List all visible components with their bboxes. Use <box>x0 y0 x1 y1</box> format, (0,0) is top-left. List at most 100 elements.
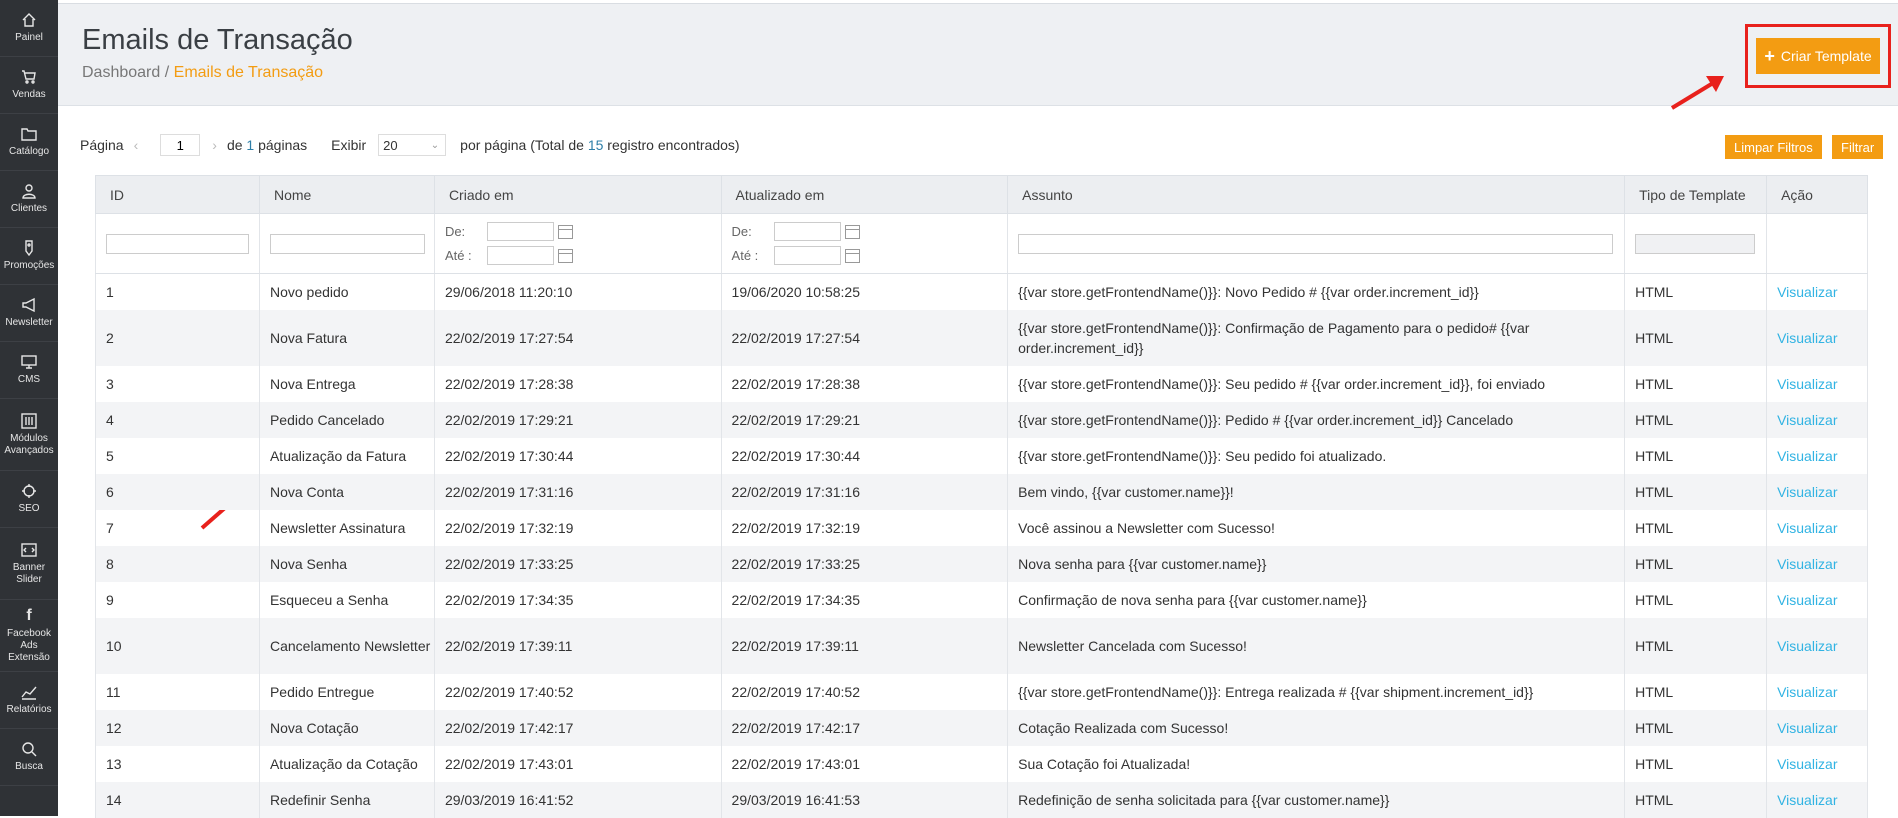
cell-type: HTML <box>1624 473 1768 510</box>
email-templates-table: ID Nome Criado em Atualizado em Assunto … <box>95 175 1868 818</box>
sidebar-item-painel[interactable]: Painel <box>0 0 58 57</box>
sidebar-item-banner-slider[interactable]: Banner Slider <box>0 528 58 600</box>
cell-id: 13 <box>95 745 260 782</box>
cell-action[interactable]: Visualizar <box>1766 437 1868 474</box>
cell-action[interactable]: Visualizar <box>1766 709 1868 746</box>
cell-updated: 29/03/2019 16:41:53 <box>720 781 1009 818</box>
sidebar-item-clientes[interactable]: Clientes <box>0 171 58 228</box>
cell-updated: 22/02/2019 17:43:01 <box>720 745 1009 782</box>
plus-icon: + <box>1764 45 1775 66</box>
sidebar-item-label: Newsletter <box>5 317 53 328</box>
created-to-input[interactable] <box>486 246 554 265</box>
updated-from-input[interactable] <box>773 222 841 241</box>
prev-page-icon[interactable]: ‹ <box>134 137 139 153</box>
type-filter-select[interactable] <box>1635 233 1756 254</box>
subject-filter-input[interactable] <box>1018 233 1614 254</box>
cell-updated: 22/02/2019 17:32:19 <box>720 509 1009 546</box>
updated-to-input[interactable] <box>773 246 841 265</box>
cell-action[interactable]: Visualizar <box>1766 401 1868 438</box>
cell-subject: Nova senha para {{var customer.name}} <box>1007 545 1626 582</box>
created-from-input[interactable] <box>486 222 554 241</box>
cell-type: HTML <box>1624 437 1768 474</box>
sidebar-item-busca[interactable]: Busca <box>0 729 58 786</box>
breadcrumb-home[interactable]: Dashboard <box>82 64 160 81</box>
cell-type: HTML <box>1624 273 1768 310</box>
cell-action[interactable]: Visualizar <box>1766 617 1868 674</box>
cell-subject: {{var store.getFrontendName()}}: Entrega… <box>1007 673 1626 710</box>
cell-action[interactable]: Visualizar <box>1766 545 1868 582</box>
from-label: De: <box>731 223 752 239</box>
cell-action[interactable]: Visualizar <box>1766 273 1868 310</box>
sidebar-item-seo[interactable]: SEO <box>0 471 58 528</box>
id-filter-input[interactable] <box>106 233 249 254</box>
sidebar-item-vendas[interactable]: Vendas <box>0 57 58 114</box>
calendar-icon[interactable] <box>844 224 860 239</box>
per-page-value: 20 <box>383 137 398 153</box>
cell-action[interactable]: Visualizar <box>1766 581 1868 618</box>
sidebar-item-label: Promoções <box>3 260 55 271</box>
cell-type: HTML <box>1624 309 1768 366</box>
column-header-updated[interactable]: Atualizado em <box>720 175 1009 214</box>
cell-action[interactable]: Visualizar <box>1766 781 1868 818</box>
cell-action[interactable]: Visualizar <box>1766 309 1868 366</box>
calendar-icon[interactable] <box>557 248 573 263</box>
cell-name: Newsletter Assinatura <box>258 509 435 546</box>
sidebar-item-cms[interactable]: CMS <box>0 342 58 399</box>
cell-type: HTML <box>1624 709 1768 746</box>
column-header-subject[interactable]: Assunto <box>1007 175 1626 214</box>
cell-action[interactable]: Visualizar <box>1766 473 1868 510</box>
cell-type: HTML <box>1624 509 1768 546</box>
sidebar-item-modulos-avancados[interactable]: Módulos Avançados <box>0 399 58 471</box>
cell-action[interactable]: Visualizar <box>1766 365 1868 402</box>
table-row: 14 Redefinir Senha 29/03/2019 16:41:52 29/0… <box>95 781 1868 818</box>
table-row: 4 Pedido Cancelado 22/02/2019 17:29:21 22/0… <box>95 401 1868 438</box>
page-number-input[interactable] <box>160 134 201 156</box>
sidebar-item-catalogo[interactable]: Catálogo <box>0 114 58 171</box>
cell-subject: Cotação Realizada com Sucesso! <box>1007 709 1626 746</box>
cell-type: HTML <box>1624 581 1768 618</box>
cell-created: 22/02/2019 17:40:52 <box>433 673 722 710</box>
create-template-button[interactable]: + Criar Template <box>1756 38 1880 74</box>
cell-created: 22/02/2019 17:43:01 <box>433 745 722 782</box>
calendar-icon[interactable] <box>844 248 860 263</box>
cell-created: 22/02/2019 17:29:21 <box>433 401 722 438</box>
cell-updated: 22/02/2019 17:40:52 <box>720 673 1009 710</box>
breadcrumb: Dashboard / Emails de Transação <box>82 64 323 82</box>
user-icon <box>20 183 38 199</box>
cell-subject: {{var store.getFrontendName()}}: Seu ped… <box>1007 437 1626 474</box>
per-page-select[interactable]: 20 ⌄ <box>378 134 447 156</box>
cell-action[interactable]: Visualizar <box>1766 509 1868 546</box>
cell-updated: 19/06/2020 10:58:25 <box>720 273 1009 310</box>
name-filter-input[interactable] <box>269 233 425 254</box>
column-header-name[interactable]: Nome <box>258 175 435 214</box>
cell-action[interactable]: Visualizar <box>1766 745 1868 782</box>
filter-button[interactable]: Filtrar <box>1832 135 1884 159</box>
chart-icon <box>20 684 38 700</box>
cell-id: 11 <box>95 673 260 710</box>
column-header-id[interactable]: ID <box>95 175 260 214</box>
updated-from-filter: De: <box>732 220 1008 244</box>
facebook-icon: f <box>26 606 32 624</box>
sidebar-item-facebook-ads[interactable]: f Facebook Ads Extensão <box>0 600 58 672</box>
sidebar-item-relatorios[interactable]: Relatórios <box>0 672 58 729</box>
cell-action[interactable]: Visualizar <box>1766 673 1868 710</box>
sidebar-item-label: Clientes <box>10 203 48 214</box>
cell-created: 22/02/2019 17:30:44 <box>433 437 722 474</box>
cell-name: Nova Entrega <box>258 365 435 402</box>
calendar-icon[interactable] <box>557 224 573 239</box>
sidebar-item-label: Relatórios <box>6 704 52 715</box>
cell-created: 22/02/2019 17:32:19 <box>433 509 722 546</box>
cell-subject: {{var store.getFrontendName()}}: Confirm… <box>1007 309 1626 366</box>
clear-filters-button[interactable]: Limpar Filtros <box>1725 135 1822 159</box>
chevron-down-icon: ⌄ <box>430 139 440 151</box>
sidebar-item-newsletter[interactable]: Newsletter <box>0 285 58 342</box>
cell-type: HTML <box>1624 617 1768 674</box>
next-page-icon[interactable]: › <box>212 137 217 153</box>
updated-to-filter: Até : <box>732 244 1008 268</box>
sidebar-item-promocoes[interactable]: Promoções <box>0 228 58 285</box>
table-row: 6 Nova Conta 22/02/2019 17:31:16 22/02/2019… <box>95 473 1868 510</box>
column-header-type[interactable]: Tipo de Template <box>1624 175 1768 214</box>
total-pages: 1 <box>246 137 255 153</box>
highlight-box: + Criar Template <box>1745 24 1891 88</box>
column-header-created[interactable]: Criado em <box>433 175 722 214</box>
